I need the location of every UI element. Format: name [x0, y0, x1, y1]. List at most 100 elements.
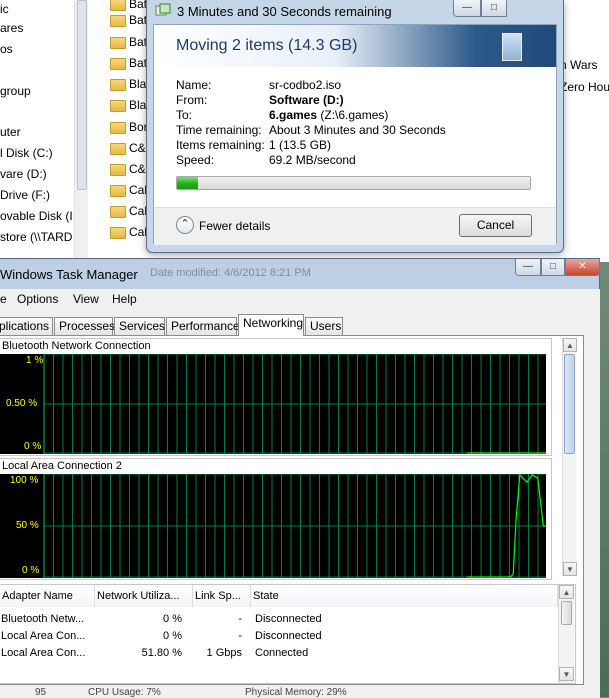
file-name[interactable]: n Wars [560, 58, 598, 72]
scroll-up-arrow-icon[interactable]: ▲ [563, 338, 577, 352]
adapter-table: Adapter Name Network Utiliza... Link Sp.… [0, 584, 576, 684]
bluetooth-graph-block: Bluetooth Network Connection 1 % 0.50 % … [0, 338, 552, 456]
nav-item[interactable]: group [0, 84, 31, 98]
status-cpu: CPU Usage: 7% [88, 687, 161, 698]
from-drive-link[interactable]: Software (D:) [269, 93, 344, 107]
utilization-cell: 51.80 % [141, 647, 182, 659]
menu-help[interactable]: Help [112, 292, 137, 306]
column-header-network-utilization[interactable]: Network Utiliza... [95, 585, 193, 607]
nav-item-i-drive[interactable]: ovable Disk (I: [0, 209, 76, 223]
tab-networking[interactable]: Networking [238, 314, 304, 336]
nav-item[interactable]: ic [0, 2, 9, 16]
table-scrollbar[interactable]: ▲ ▼ [558, 585, 574, 683]
adapter-name-cell: Bluetooth Netw... [1, 613, 85, 625]
file-name[interactable]: Zero Hou [560, 80, 609, 94]
tab-users[interactable]: Users [305, 317, 343, 335]
navigation-pane: ic ares os group uter l Disk (C:) vare (… [0, 0, 88, 262]
close-button[interactable]: ✕ [565, 259, 600, 276]
from-value: Software (D:) [269, 93, 344, 107]
y-tick-label: 1 % [26, 355, 44, 366]
column-header-link-speed[interactable]: Link Sp... [193, 585, 251, 607]
task-manager-window: Windows Task Manager Date modified: 4/6/… [0, 258, 600, 698]
graphs-scrollbar[interactable]: ▲ ▼ [562, 338, 577, 576]
nav-scroll-thumb[interactable] [77, 0, 87, 190]
speed-value: 69.2 MB/second [269, 153, 356, 167]
name-value: sr-codbo2.iso [269, 78, 342, 92]
utilization-cell: 0 % [163, 613, 182, 625]
dialog-footer: ⌃ Fewer details Cancel [154, 207, 556, 245]
background-status-text: Date modified: 4/6/2012 8:21 PM [150, 267, 311, 279]
nav-item-c-drive[interactable]: l Disk (C:) [0, 146, 53, 160]
link-speed-cell: - [238, 613, 242, 625]
maximize-button[interactable]: □ [481, 0, 507, 17]
to-value: 6.games (Z:\6.games) [269, 108, 388, 122]
folder-icon [110, 164, 126, 176]
folder-icon [110, 58, 126, 70]
move-progress-dialog: 3 Minutes and 30 Seconds remaining — □ M… [146, 0, 564, 253]
scroll-down-arrow-icon[interactable]: ▼ [563, 562, 577, 576]
y-tick-label: 0 % [24, 441, 42, 452]
graph-title: Local Area Connection 2 [2, 460, 122, 472]
table-row[interactable]: Local Area Con... 0 % - Disconnected [0, 628, 560, 645]
cancel-button[interactable]: Cancel [459, 214, 532, 237]
progress-fill [177, 177, 199, 189]
maximize-button[interactable]: □ [541, 259, 565, 276]
link-speed-cell: - [238, 630, 242, 642]
desktop-background [600, 262, 609, 697]
menu-options[interactable]: Options [17, 292, 58, 306]
to-folder-link[interactable]: 6.games [269, 108, 317, 122]
menu-file[interactable]: e [0, 292, 7, 306]
menu-view[interactable]: View [73, 292, 99, 306]
window-title: Windows Task Manager [0, 267, 138, 282]
dialog-titlebar[interactable]: 3 Minutes and 30 Seconds remaining — □ [147, 0, 563, 22]
nav-item[interactable]: uter [0, 125, 21, 139]
scroll-down-arrow-icon[interactable]: ▼ [559, 667, 574, 681]
column-header-adapter-name[interactable]: Adapter Name [0, 585, 95, 607]
tab-services[interactable]: Services [114, 317, 165, 335]
document-graphic-icon [502, 33, 522, 61]
nav-item-d-drive[interactable]: vare (D:) [0, 167, 47, 181]
speed-label: Speed: [176, 153, 215, 167]
nav-item[interactable]: ares [0, 21, 23, 35]
folder-icon [110, 122, 126, 134]
tab-processes[interactable]: Processes [54, 317, 115, 335]
nav-scrollbar[interactable] [74, 0, 88, 262]
state-cell: Connected [255, 647, 309, 659]
adapter-name-cell: Local Area Con... [1, 647, 86, 659]
folder-icon [110, 79, 126, 91]
fewer-details-link[interactable]: Fewer details [199, 219, 270, 233]
table-row[interactable]: Local Area Con... 51.80 % 1 Gbps Connect… [0, 645, 560, 662]
lan-graph-block: Local Area Connection 2 100 % 50 % 0 % [0, 458, 552, 580]
time-remaining-value: About 3 Minutes and 30 Seconds [269, 123, 446, 137]
utilization-cell: 0 % [163, 630, 182, 642]
status-processes: 95 [35, 687, 47, 698]
folder-icon [110, 100, 126, 112]
graph-title: Bluetooth Network Connection [2, 340, 151, 352]
nav-item[interactable]: os [0, 42, 13, 56]
dialog-content: Moving 2 items (14.3 GB) Name: sr-codbo2… [153, 24, 557, 245]
link-speed-cell: 1 Gbps [206, 647, 242, 659]
scroll-thumb[interactable] [561, 601, 572, 625]
scroll-up-arrow-icon[interactable]: ▲ [559, 585, 574, 599]
folder-icon [110, 185, 126, 197]
table-row[interactable]: Bluetooth Netw... 0 % - Disconnected [0, 611, 560, 628]
time-remaining-label: Time remaining: [176, 123, 262, 137]
to-label: To: [176, 108, 193, 122]
from-label: From: [176, 93, 208, 107]
nav-item-network-drive[interactable]: store (\\TARD [0, 230, 72, 244]
scroll-thumb[interactable] [564, 354, 575, 454]
minimize-button[interactable]: — [453, 0, 481, 17]
lan-graph: 100 % 50 % 0 % [0, 474, 546, 578]
tab-applications[interactable]: plications [0, 317, 53, 335]
to-path: (Z:\6.games) [320, 108, 389, 122]
items-remaining-label: Items remaining: [176, 138, 265, 152]
folder-icon [110, 143, 126, 155]
minimize-button[interactable]: — [515, 259, 541, 276]
chevron-up-icon[interactable]: ⌃ [176, 216, 194, 234]
column-header-state[interactable]: State [251, 585, 558, 607]
menu-bar: e Options View Help [0, 289, 600, 309]
tab-performance[interactable]: Performance [166, 317, 240, 335]
networking-panel: Bluetooth Network Connection 1 % 0.50 % … [0, 335, 584, 685]
lan-traffic-chart [43, 474, 546, 578]
nav-item-f-drive[interactable]: Drive (F:) [0, 188, 50, 202]
